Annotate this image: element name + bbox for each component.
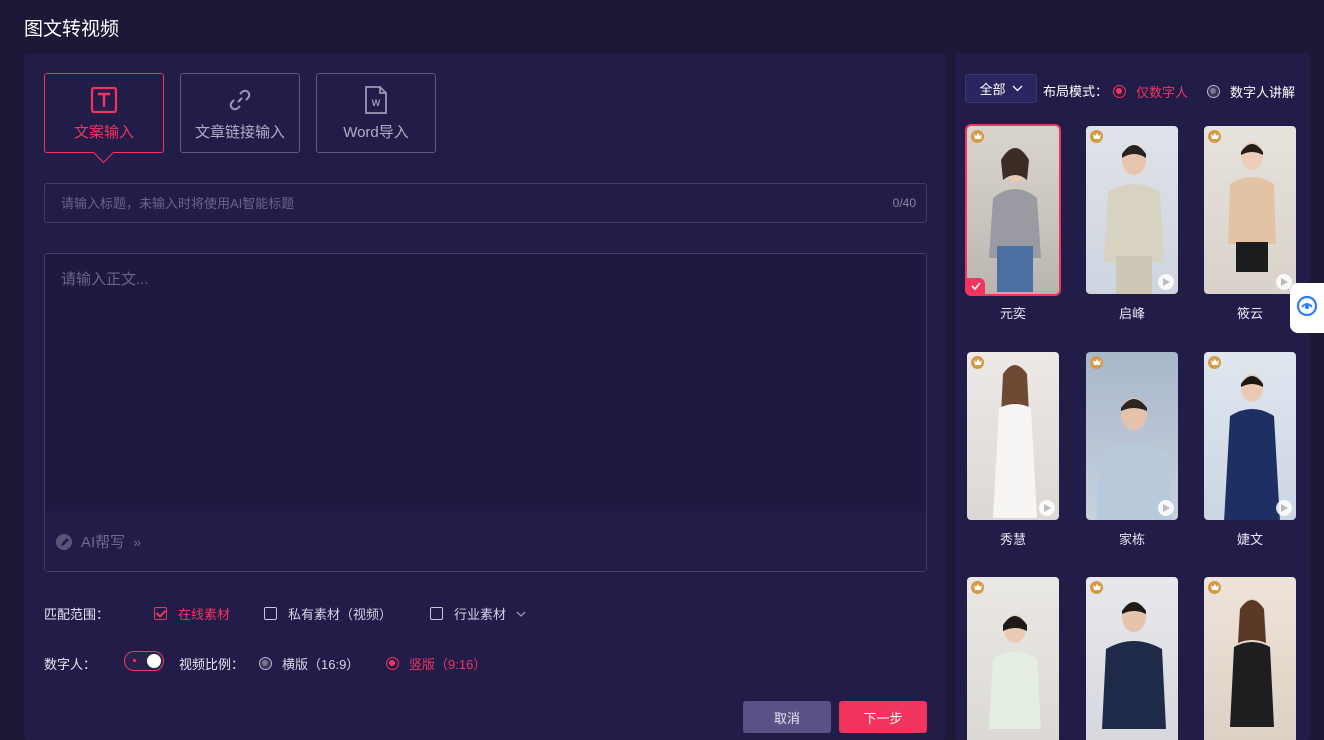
avatar-card[interactable] [965,124,1061,296]
avatar-name: 启峰 [1118,306,1145,321]
radio-selected-icon [386,657,399,670]
play-icon[interactable] [1276,500,1292,516]
chevron-down-icon [1012,85,1023,92]
crown-badge-icon [971,581,984,594]
radio-icon [259,657,272,670]
crown-badge-icon [971,356,984,369]
selected-check-icon [967,278,985,294]
link-icon [225,85,255,115]
match-scope-label: 匹配范围： [44,607,110,622]
avatar-card[interactable] [1202,350,1298,522]
tab-label: 文章链接输入 [194,123,285,141]
chevron-down-icon[interactable] [516,611,526,617]
avatar-name: 秀慧 [999,532,1026,547]
avatar-card[interactable] [1084,124,1180,296]
ai-help-label: AI帮写 [81,534,126,551]
tab-text-input[interactable]: 文案输入 [44,73,164,153]
assistant-float-button[interactable] [1290,283,1324,333]
avatar-name: 筱云 [1236,306,1263,321]
avatar-filter-select[interactable]: 全部 [965,74,1037,103]
scope-private-checkbox[interactable]: 私有素材（视频） [264,604,392,623]
avatar-name: 元奕 [999,306,1026,321]
scope-online-checkbox[interactable]: 在线素材 [154,604,230,623]
assistant-icon [1296,295,1318,322]
ai-toolbar: AI帮写 » [45,511,926,571]
svg-text:W: W [372,98,381,108]
ratio-option-label: 横版（16:9） [282,657,360,672]
radio-icon [1207,85,1220,98]
avatar-panel: 全部 布局模式： 仅数字人 数字人讲解 元奕 启峰 筱云 秀慧 家栋 婕文 [955,53,1310,740]
ratio-portrait-radio[interactable]: 竖版（9:16） [386,654,486,673]
play-icon[interactable] [1158,274,1174,290]
avatar-name: 婕文 [1236,532,1263,547]
digital-human-label: 数字人： [44,657,97,672]
scope-industry-checkbox[interactable]: 行业素材 [430,604,526,623]
page-title: 图文转视频 [24,19,120,40]
layout-option-label: 仅数字人 [1136,85,1189,100]
tab-label: 文案输入 [73,123,134,141]
digital-human-toggle[interactable] [124,651,164,671]
scope-option-label: 私有素材（视频） [288,607,393,622]
avatar-card[interactable] [1202,575,1298,740]
crown-badge-icon [1090,356,1103,369]
video-ratio-label: 视频比例： [179,657,245,672]
title-field: 0/40 [44,183,927,223]
avatar-card[interactable] [965,350,1061,522]
ratio-landscape-radio[interactable]: 横版（16:9） [259,654,359,673]
crown-badge-icon [1208,130,1221,143]
play-icon[interactable] [1039,500,1055,516]
avatar-name: 家栋 [1118,532,1145,547]
crown-badge-icon [971,130,984,143]
layout-mode-label: 布局模式： [1043,84,1109,99]
cancel-button[interactable]: 取消 [743,701,831,733]
crown-badge-icon [1090,581,1103,594]
crown-badge-icon [1090,130,1103,143]
crown-badge-icon [1208,581,1221,594]
next-step-button[interactable]: 下一步 [839,701,927,733]
double-chevron-icon: » [133,533,141,550]
ratio-option-label: 竖版（9:16） [409,657,487,672]
avatar-card[interactable] [1084,575,1180,740]
layout-option-label: 数字人讲解 [1230,85,1296,100]
body-textarea[interactable] [45,254,926,510]
layout-avatar-explain-radio[interactable]: 数字人讲解 [1207,82,1295,101]
text-icon [89,85,119,115]
play-icon[interactable] [1158,500,1174,516]
word-doc-icon: W [361,85,391,115]
scope-option-label: 行业素材 [454,607,507,622]
filter-value: 全部 [979,82,1006,97]
body-field: AI帮写 » [44,253,927,572]
ai-help-button[interactable]: AI帮写 » [55,531,141,552]
ai-pen-icon [55,533,73,551]
scope-option-label: 在线素材 [178,607,231,622]
tab-label: Word导入 [343,123,409,141]
avatar-card[interactable] [965,575,1061,740]
radio-selected-icon [1113,85,1126,98]
toggle-knob [147,653,161,668]
crown-badge-icon [1208,356,1221,369]
checkbox-icon [264,607,277,620]
tab-word-import[interactable]: W Word导入 [316,73,436,153]
checkbox-icon [430,607,443,620]
avatar-card[interactable] [1202,124,1298,296]
tab-link-input[interactable]: 文章链接输入 [180,73,300,153]
layout-avatar-only-radio[interactable]: 仅数字人 [1113,82,1188,101]
title-input[interactable] [45,184,926,222]
title-char-counter: 0/40 [892,196,916,210]
avatar-card[interactable] [1084,350,1180,522]
editor-panel: 文案输入 文章链接输入 W Word导入 0/40 AI帮写 » 匹配范围： [24,53,946,740]
checkbox-checked-icon [154,607,167,620]
